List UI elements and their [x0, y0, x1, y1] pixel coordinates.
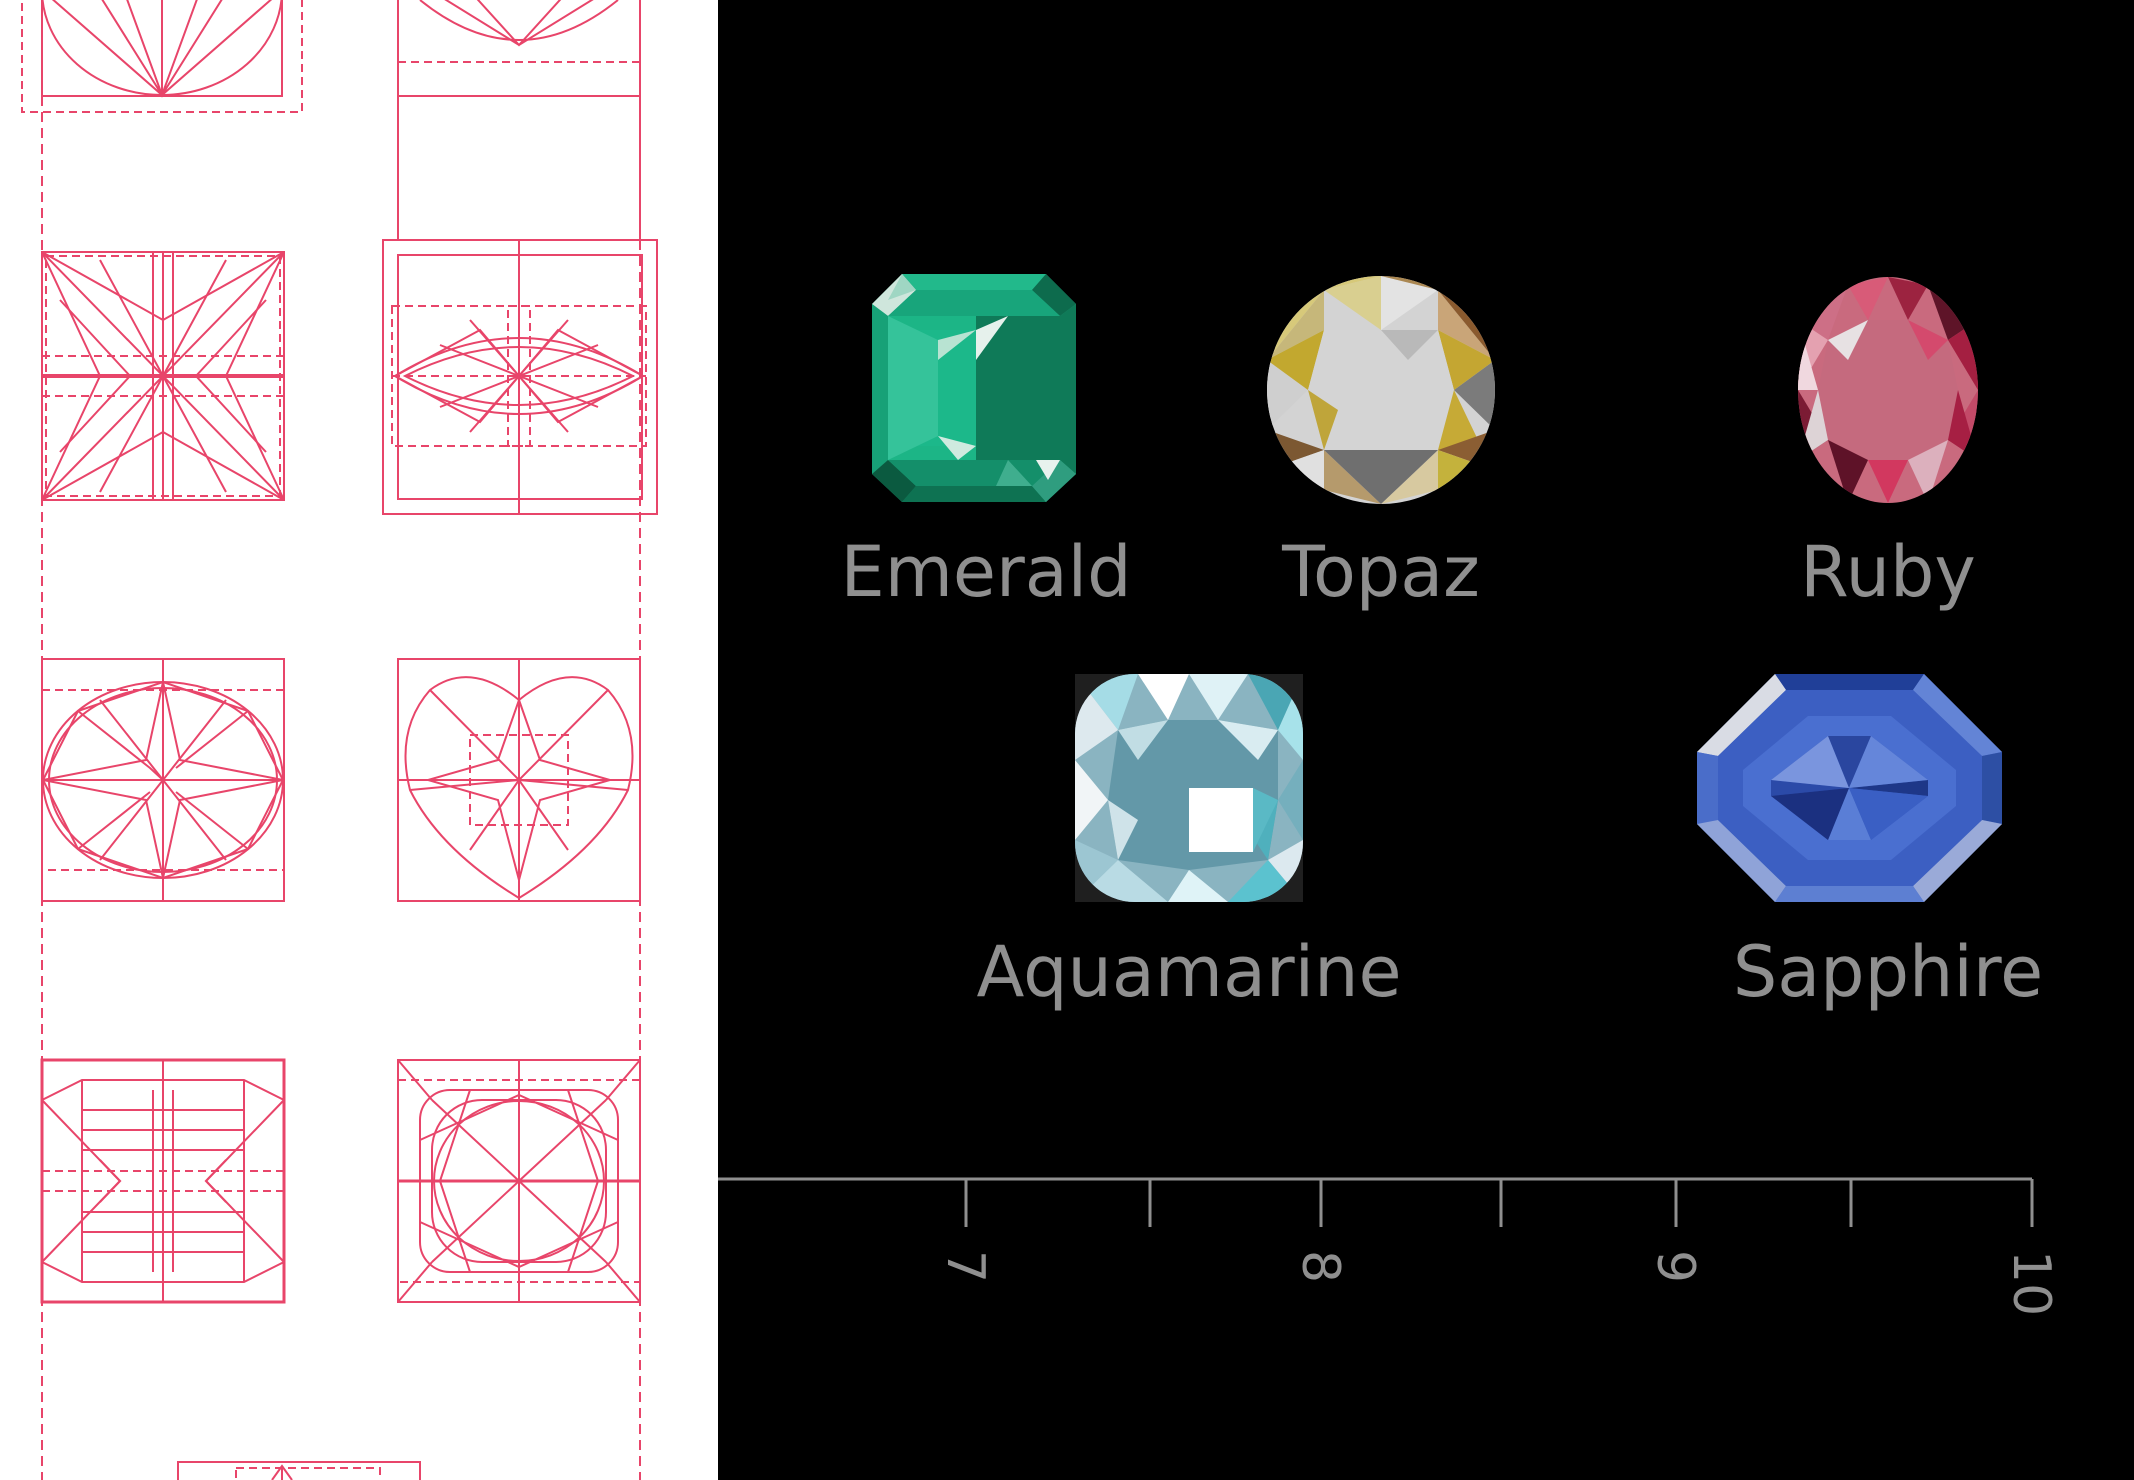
gem-label-sapphire: Sapphire — [1733, 931, 2043, 1013]
blueprint-marquise — [382, 239, 658, 515]
blueprint-princess — [41, 251, 285, 501]
emerald-gem — [872, 274, 1076, 502]
aquamarine-gem — [1075, 674, 1303, 902]
gem-chart-panel: Emerald Topaz Ruby Aquamarine Sapphire 7… — [718, 0, 2134, 1480]
blueprint-pear-top — [397, 0, 641, 240]
blueprint-cushion — [397, 1059, 641, 1303]
blueprint-drawings — [21, 0, 658, 1480]
blueprint-panel — [0, 0, 718, 1480]
gem-label-emerald: Emerald — [840, 531, 1131, 613]
blueprint-radiant — [40, 1058, 286, 1304]
blueprint-heart — [397, 658, 641, 902]
tick-label-7: 7 — [935, 1250, 995, 1283]
sapphire-gem — [1697, 674, 2002, 902]
gem-label-ruby: Ruby — [1800, 531, 1976, 613]
tick-label-10: 10 — [2001, 1250, 2061, 1316]
tick-label-8: 8 — [1290, 1250, 1350, 1283]
gem-label-aquamarine: Aquamarine — [976, 931, 1401, 1013]
ruby-gem — [1798, 277, 1978, 503]
blueprint-oval-brilliant — [41, 658, 285, 902]
blueprint-triangle — [177, 1461, 421, 1480]
tick-label-9: 9 — [1645, 1250, 1705, 1283]
blueprint-oval-top — [21, 0, 303, 113]
gem-label-topaz: Topaz — [1281, 531, 1480, 613]
topaz-gem — [1267, 276, 1495, 504]
gem-stage: Emerald Topaz Ruby Aquamarine Sapphire 7… — [718, 274, 2061, 1316]
hardness-axis: 7 8 9 10 — [718, 1177, 2061, 1316]
